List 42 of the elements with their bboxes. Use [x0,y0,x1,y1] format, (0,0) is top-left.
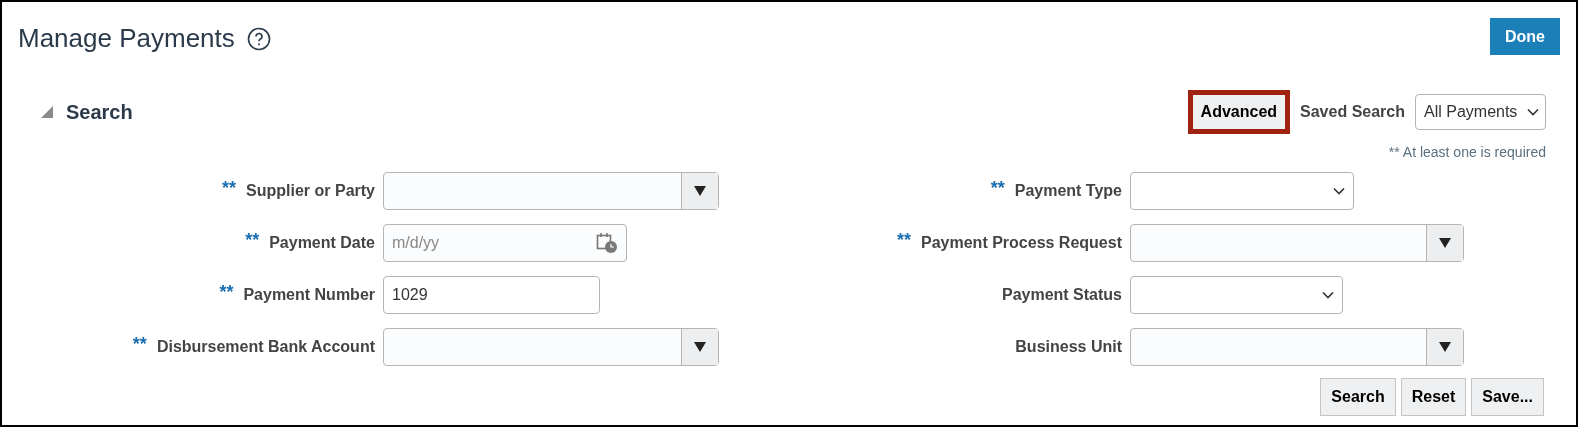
dropdown-arrow-icon[interactable] [1439,342,1451,352]
section-title: Search [66,100,133,125]
combo-field[interactable] [1130,328,1464,366]
required-mark: ** [222,176,237,200]
required-mark: ** [990,176,1005,200]
saved-search-label: Saved Search [1300,102,1405,122]
reset-button[interactable]: Reset [1400,378,1467,416]
field-label: Payment Type [1014,181,1122,201]
field-label: Disbursement Bank Account [156,337,375,357]
combo-field[interactable] [1130,224,1464,262]
combo-field[interactable] [383,328,719,366]
select-field[interactable] [1130,172,1354,210]
text-field[interactable]: 1029 [383,276,600,314]
field-label: Supplier or Party [246,181,375,201]
chevron-down-icon [1333,187,1345,195]
required-note: ** At least one is required [1388,143,1546,162]
dropdown-arrow-icon[interactable] [1439,238,1451,248]
save-button[interactable]: Save... [1471,378,1544,416]
field-label: Payment Status [1001,285,1122,305]
chevron-down-icon [1527,108,1539,116]
required-mark: ** [132,332,147,356]
done-button[interactable]: Done [1490,18,1560,55]
combo-field[interactable] [383,172,719,210]
search-button[interactable]: Search [1320,378,1396,416]
required-mark: ** [245,228,260,252]
saved-search-select[interactable]: All Payments [1415,94,1546,130]
collapse-triangle-icon[interactable] [40,105,54,119]
help-icon[interactable] [246,26,271,51]
required-mark: ** [219,280,234,304]
dropdown-arrow-icon[interactable] [694,186,706,196]
chevron-down-icon [1322,291,1334,299]
advanced-button[interactable]: Advanced [1187,90,1291,134]
field-label: Payment Process Request [921,233,1122,253]
page-title: Manage Payments [18,22,235,55]
dropdown-arrow-icon[interactable] [694,342,706,352]
date-field[interactable]: m/d/yy [383,224,627,262]
field-label: Payment Date [269,233,375,253]
select-field[interactable] [1130,276,1343,314]
calendar-clock-icon[interactable] [596,232,618,254]
field-label: Payment Number [243,285,375,305]
field-label: Business Unit [1015,337,1122,357]
required-mark: ** [897,228,911,252]
